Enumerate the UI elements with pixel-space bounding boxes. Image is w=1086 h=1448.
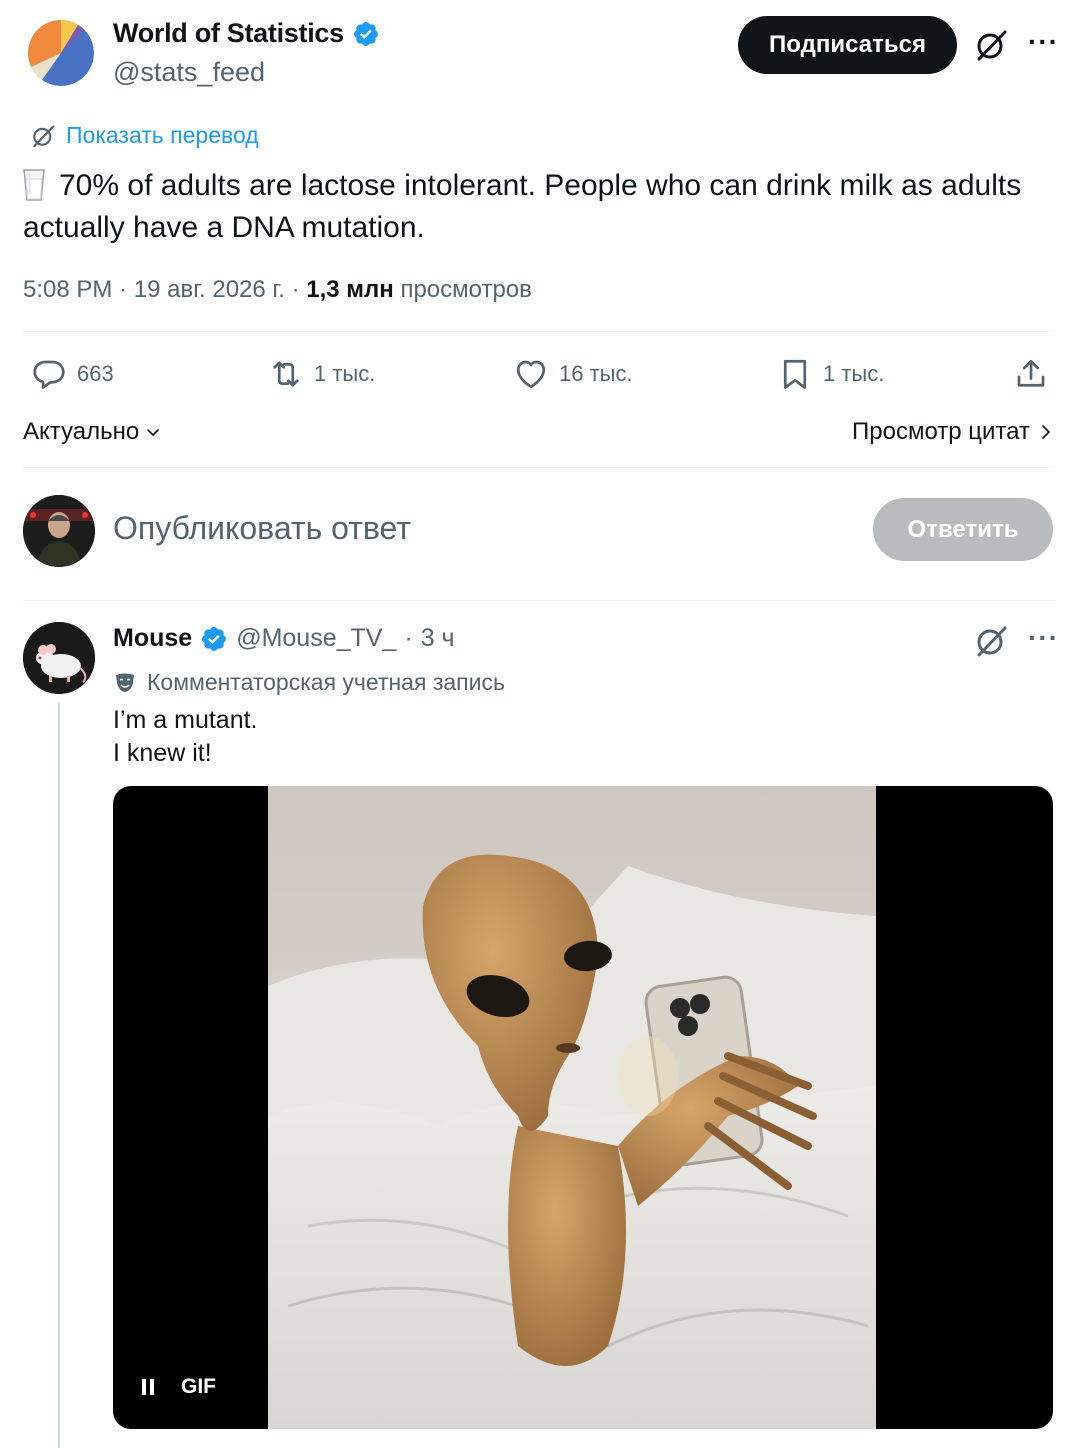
tweet-text-block: 70% of adults are lactose intolerant. Pe… [23, 165, 1033, 249]
reply-author-avatar[interactable] [23, 622, 95, 694]
share-icon [1017, 359, 1045, 387]
reply-author-handle[interactable]: @Mouse_TV_ [236, 624, 396, 653]
tweet-meta: 5:08 PM · 19 авг. 2026 г. · 1,3 млн прос… [23, 276, 532, 304]
alien-in-bed-image [268, 786, 876, 1429]
reply-author-name[interactable]: Mouse [113, 624, 192, 653]
author-avatar[interactable] [28, 20, 94, 86]
reply-count: 663 [77, 361, 114, 386]
views-label: просмотров [400, 276, 532, 303]
divider [23, 467, 1055, 468]
like-icon [516, 360, 546, 389]
reply-action[interactable]: 663 [31, 348, 114, 400]
repost-action[interactable]: 1 тыс. [268, 348, 375, 400]
verified-badge-icon [353, 21, 378, 46]
tweet-date[interactable]: 19 авг. 2026 г. [134, 276, 285, 303]
grok-icon [33, 125, 55, 147]
sort-replies-dropdown[interactable]: Актуально [23, 418, 161, 446]
reply-button[interactable]: Ответить [873, 498, 1053, 561]
gif-media[interactable]: GIF [113, 786, 1053, 1429]
grok-icon[interactable] [973, 27, 1009, 63]
comedy-mask-icon [116, 673, 134, 692]
reply-time[interactable]: 3 ч [421, 624, 455, 653]
gif-controls: GIF [141, 1375, 216, 1399]
chevron-down-icon [147, 429, 160, 437]
bookmark-icon [783, 359, 807, 389]
reply-header: Mouse @Mouse_TV_ · 3 ч [113, 624, 455, 653]
reply-text: I’m a mutant. I knew it! [113, 704, 258, 770]
like-count: 16 тыс. [559, 361, 633, 386]
meta-separator: · [404, 624, 413, 652]
quotes-label[interactable]: Просмотр цитат [852, 418, 1030, 446]
more-icon[interactable]: ··· [1028, 622, 1059, 654]
more-icon[interactable]: ··· [1028, 26, 1059, 58]
divider [23, 600, 1055, 601]
show-translation-link[interactable]: Показать перевод [30, 122, 259, 149]
meta-separator: · [119, 276, 134, 303]
current-user-avatar[interactable] [23, 495, 95, 567]
grok-icon[interactable] [973, 623, 1009, 659]
follow-button[interactable]: Подписаться [738, 16, 957, 74]
author-name[interactable]: World of Statistics [113, 18, 344, 49]
share-action[interactable] [1013, 348, 1049, 400]
divider [23, 331, 1055, 332]
pause-icon[interactable] [141, 1378, 155, 1396]
milk-glass-icon [23, 169, 45, 201]
tweet-actions: 663 1 тыс. 16 тыс. 1 тыс. [23, 348, 1055, 400]
reply-text-line: I knew it! [113, 739, 212, 767]
commentary-account-label: Комментаторская учетная запись [113, 669, 505, 696]
views-count: 1,3 млн [306, 276, 394, 303]
gif-badge: GIF [181, 1375, 216, 1398]
author-handle[interactable]: @stats_feed [113, 57, 265, 88]
commentary-account-text: Комментаторская учетная запись [147, 669, 505, 695]
like-action[interactable]: 16 тыс. [513, 348, 633, 400]
sort-label[interactable]: Актуально [23, 418, 139, 446]
chevron-right-icon [1042, 425, 1051, 439]
compose-reply-input[interactable]: Опубликовать ответ [113, 510, 411, 547]
show-translation-label[interactable]: Показать перевод [66, 122, 259, 149]
reply-text-line: I’m a mutant. [113, 706, 258, 734]
reply-icon [33, 360, 65, 389]
tweet-text: 70% of adults are lactose intolerant. Pe… [23, 169, 1022, 244]
meta-separator: · [291, 276, 307, 303]
bookmark-count: 1 тыс. [823, 361, 885, 386]
author-name-row[interactable]: World of Statistics [113, 18, 380, 49]
repost-icon [273, 361, 299, 387]
view-quotes-link[interactable]: Просмотр цитат [852, 418, 1052, 446]
bookmark-action[interactable]: 1 тыс. [777, 348, 884, 400]
verified-badge-icon [202, 626, 227, 651]
tweet-time[interactable]: 5:08 PM [23, 276, 112, 303]
repost-count: 1 тыс. [314, 361, 376, 386]
thread-line [58, 703, 60, 1448]
